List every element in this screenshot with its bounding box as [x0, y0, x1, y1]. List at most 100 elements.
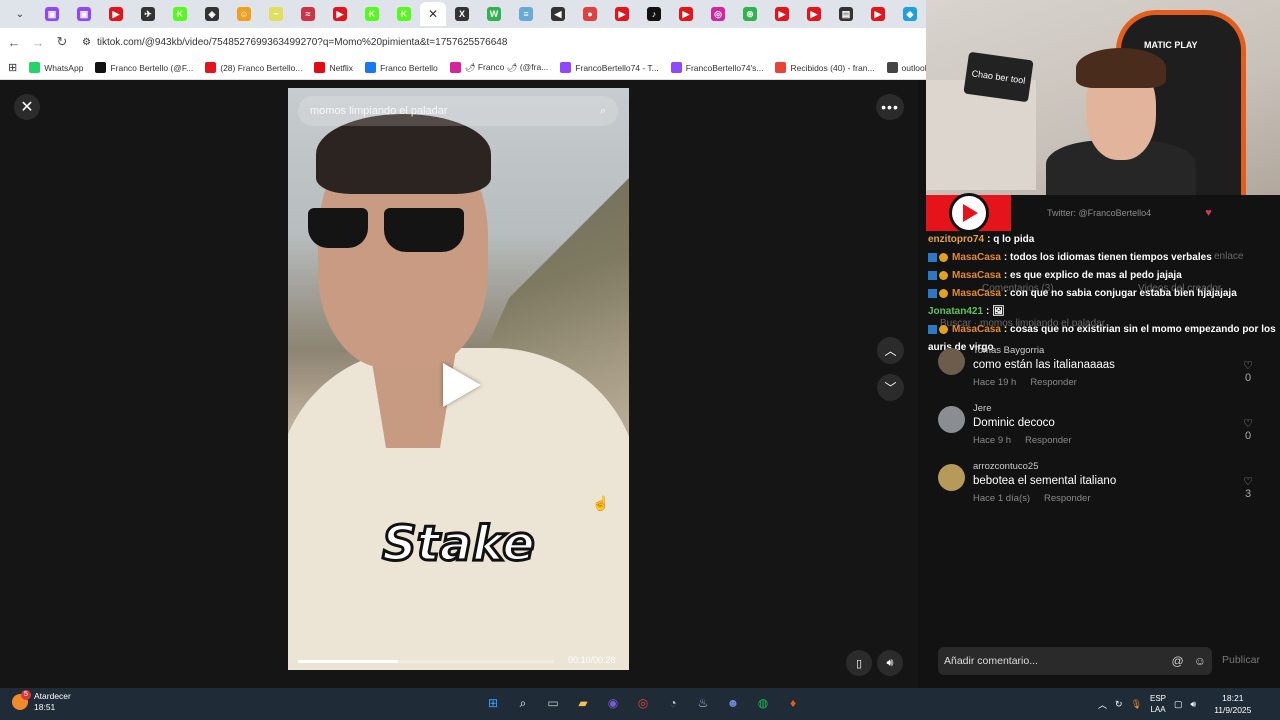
spotify-icon[interactable]: ◍ [752, 692, 774, 714]
video-search-input[interactable]: momos limpiando el paladar ⌕ [298, 96, 618, 126]
reload-button[interactable]: ↻ [50, 34, 74, 50]
browser-tab[interactable]: ⊕ [734, 2, 766, 26]
steam-icon[interactable]: ♨ [692, 692, 714, 714]
search-icon[interactable]: ⌕ [512, 692, 534, 714]
weather-widget[interactable]: 5 Atardecer 18:51 [12, 690, 71, 713]
browser-tab[interactable]: ▶ [766, 2, 798, 26]
start-icon[interactable]: ⊞ [482, 692, 504, 714]
browser-tab[interactable]: ▶ [324, 2, 356, 26]
chevron-up-icon[interactable]: ︿ [1098, 698, 1107, 711]
browser-tab[interactable]: ≈ [292, 2, 324, 26]
browser-tab[interactable]: K [356, 2, 388, 26]
more-options-button[interactable]: ••• [876, 94, 904, 120]
bookmark-label: WhatsApp [44, 62, 84, 73]
chrome-icon[interactable]: ◎ [632, 692, 654, 714]
close-tab-icon[interactable]: ✕ [428, 7, 438, 21]
bookmark-item[interactable]: 🌶 Franco 🌶 (@fra... [449, 62, 548, 73]
close-button[interactable]: ✕ [14, 94, 40, 120]
browser-tab[interactable]: K [164, 2, 196, 26]
chat-username[interactable]: enzitopro74 [928, 234, 984, 245]
chat-username[interactable]: MasaCasa [952, 324, 1001, 335]
microphone-icon[interactable]: 🎙︎ [1131, 699, 1142, 710]
browser-tab[interactable]: ● [574, 2, 606, 26]
bookmark-item[interactable]: Recibidos (40) - fran... [775, 62, 875, 73]
reply-button[interactable]: Responder [1044, 493, 1090, 504]
browser-tab[interactable]: ◎ [702, 2, 734, 26]
volume-button[interactable]: 🔊︎ [877, 650, 903, 676]
forward-button[interactable]: → [26, 35, 50, 50]
browser-tab[interactable]: ▣ [36, 2, 68, 26]
comment-time: Hace 1 día(s) [973, 493, 1031, 504]
browser-tab[interactable]: ◀ [542, 2, 574, 26]
url-field[interactable]: ⚙ tiktok.com/@943kb/video/75485276993634… [82, 37, 507, 48]
emoji-icon[interactable]: ☺ [1194, 654, 1206, 668]
active-tab[interactable]: ✕ [420, 2, 446, 26]
like-button[interactable]: ♡ 3 [1236, 475, 1260, 500]
browser-tab[interactable]: ◈ [196, 2, 228, 26]
network-icon[interactable]: ▢ [1174, 699, 1183, 710]
site-info-icon[interactable]: ⚙ [82, 37, 91, 48]
bookmark-item[interactable]: FrancoBertello74 - T... [560, 62, 659, 73]
search-icon[interactable]: ⌕ [600, 105, 606, 118]
fl-studio-icon[interactable]: ♦ [782, 692, 804, 714]
like-button[interactable]: ♡ 0 [1236, 417, 1260, 442]
like-button[interactable]: ♡ 0 [1236, 359, 1260, 384]
chat-username[interactable]: MasaCasa [952, 252, 1001, 263]
browser-tab[interactable]: ▣ [68, 2, 100, 26]
chat-username[interactable]: MasaCasa [952, 288, 1001, 299]
browser-tab[interactable]: K [388, 2, 420, 26]
browser-tab[interactable]: ▶ [798, 2, 830, 26]
chat-username[interactable]: Jonatan421 [928, 306, 983, 317]
bookmark-item[interactable]: outlook [886, 62, 926, 73]
bookmark-item[interactable]: Netflix [314, 62, 353, 73]
browser-tab[interactable]: W [478, 2, 510, 26]
tab-list-dropdown[interactable]: ⌄ [4, 2, 36, 26]
sync-icon[interactable]: ↻ [1115, 699, 1123, 710]
discord-icon[interactable]: ☻ [722, 692, 744, 714]
file-explorer-icon[interactable]: ▰ [572, 692, 594, 714]
language-indicator[interactable]: ESP LAA [1150, 693, 1166, 715]
mention-icon[interactable]: @ [1172, 654, 1184, 668]
browser-tab[interactable]: ◆ [894, 2, 926, 26]
task-view-icon[interactable]: ▭ [542, 692, 564, 714]
bookmark-item[interactable]: Franco Bertello (@F... [95, 62, 193, 73]
previous-video-button[interactable]: ︿ [877, 337, 904, 364]
chat-username[interactable]: MasaCasa [952, 270, 1001, 281]
comment-input[interactable]: Añadir comentario... @ ☺ [938, 647, 1212, 675]
apps-grid-icon[interactable]: ⊞ [8, 61, 17, 74]
reply-button[interactable]: Responder [1030, 377, 1076, 388]
next-video-button[interactable]: ﹀ [877, 374, 904, 401]
browser-tab[interactable]: ≡ [510, 2, 542, 26]
browser-tab[interactable]: ♪ [638, 2, 670, 26]
obs-icon[interactable]: ◔ [662, 692, 684, 714]
browser-tab[interactable]: ▤ [830, 2, 862, 26]
comment-author[interactable]: arrozcontuco25 [973, 461, 1038, 472]
back-button[interactable]: ← [2, 35, 26, 50]
miniplayer-button[interactable]: ▯ [846, 650, 872, 676]
browser-tab[interactable]: ▶ [606, 2, 638, 26]
browser-tab[interactable]: ▶ [670, 2, 702, 26]
comment-author[interactable]: Jere [973, 403, 991, 414]
avatar[interactable] [938, 464, 965, 491]
bookmark-item[interactable]: FrancoBertello74's... [670, 62, 763, 73]
clock[interactable]: 18:21 11/9/2025 [1214, 692, 1251, 716]
bookmark-item[interactable]: (28) Franco Bertello... [205, 62, 302, 73]
comment-author[interactable]: Tomas Baygorria [973, 345, 1044, 356]
play-icon[interactable] [443, 363, 481, 407]
avatar[interactable] [938, 406, 965, 433]
publish-button[interactable]: Publicar [1222, 654, 1260, 666]
browser-tab[interactable]: X [446, 2, 478, 26]
app-icon[interactable]: ◉ [602, 692, 624, 714]
browser-tab[interactable]: ▶ [862, 2, 894, 26]
bookmark-item[interactable]: WhatsApp [29, 62, 83, 73]
browser-tab[interactable]: ☺ [228, 2, 260, 26]
browser-tab[interactable]: ✈ [132, 2, 164, 26]
video-player[interactable]: momos limpiando el paladar ⌕ Stake 00:10… [288, 88, 629, 670]
browser-tab[interactable]: ~ [260, 2, 292, 26]
avatar[interactable] [938, 348, 965, 375]
browser-tab[interactable]: ▶ [100, 2, 132, 26]
bookmark-item[interactable]: Franco Bertello [365, 62, 438, 73]
reply-button[interactable]: Responder [1025, 435, 1071, 446]
video-progress-bar[interactable] [298, 660, 554, 663]
volume-icon[interactable]: 🔊︎ [1191, 699, 1197, 710]
